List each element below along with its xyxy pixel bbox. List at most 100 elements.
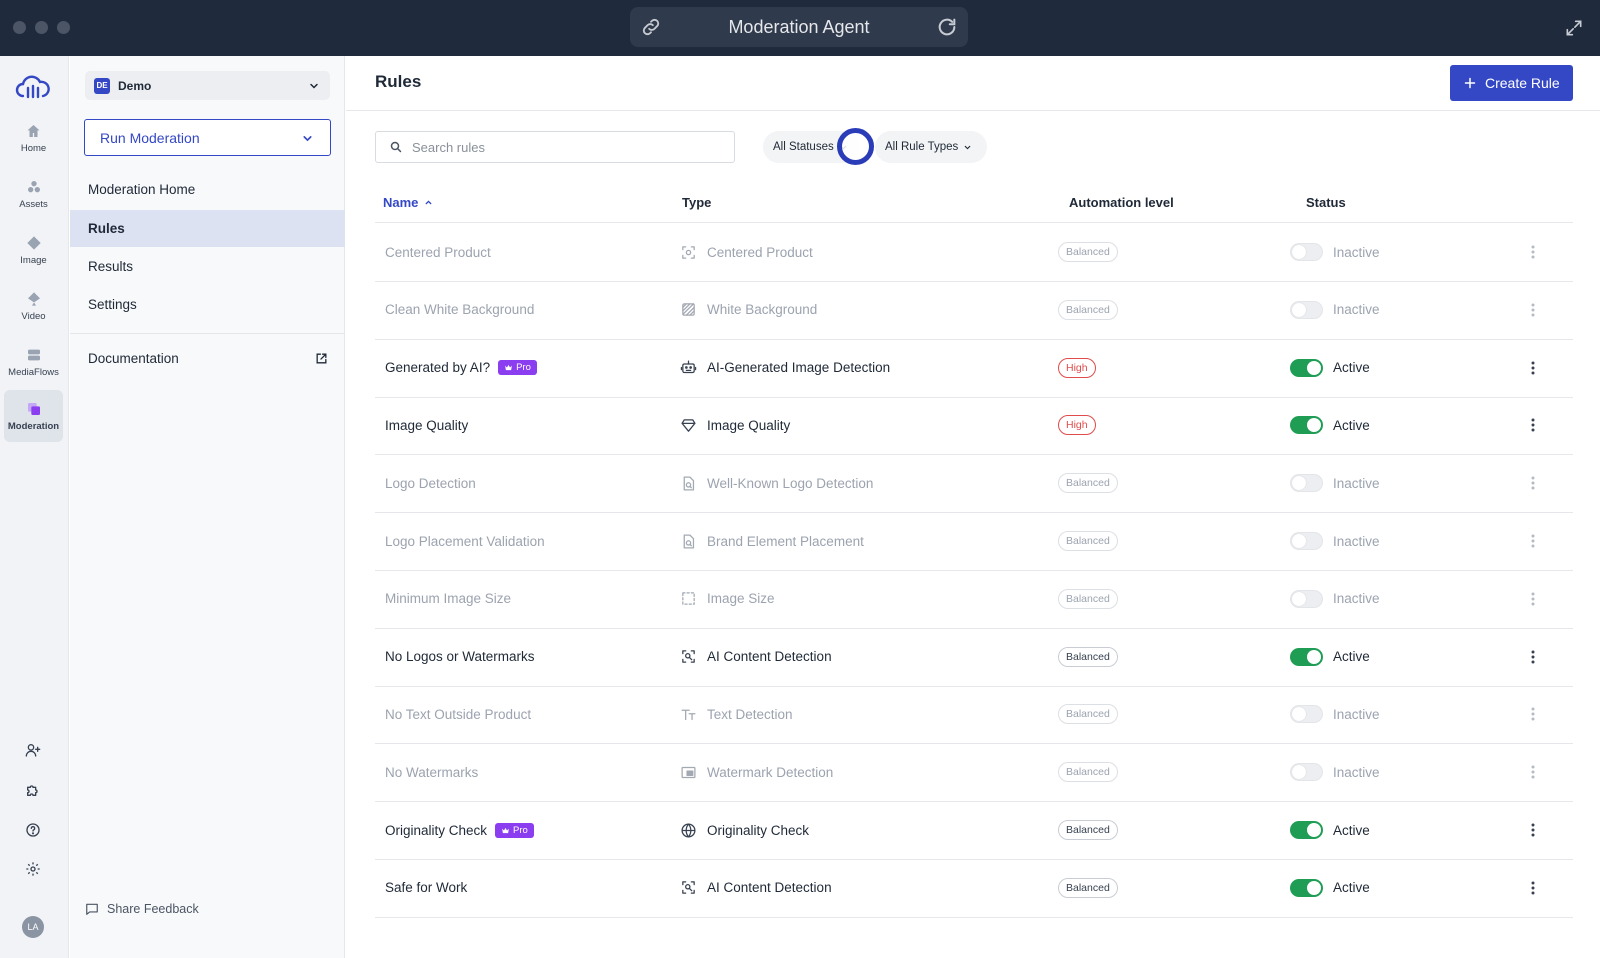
- help-button[interactable]: [22, 819, 44, 841]
- status-toggle[interactable]: [1290, 358, 1323, 377]
- workspace-selector[interactable]: DE Demo: [85, 71, 330, 100]
- rule-type-cell: Originality Check: [680, 801, 809, 859]
- close-window-button[interactable]: [13, 21, 26, 34]
- status-cell: Inactive: [1290, 454, 1380, 512]
- status-label: Active: [1333, 417, 1370, 433]
- status-toggle[interactable]: [1290, 532, 1323, 550]
- automation-cell: Balanced: [1058, 223, 1118, 281]
- table-row[interactable]: Logo Placement Validation Brand Element …: [375, 512, 1573, 571]
- automation-cell: Balanced: [1058, 281, 1118, 339]
- rail-item-image[interactable]: Image: [4, 224, 63, 276]
- table-row[interactable]: Image Quality Image Quality High Active: [375, 396, 1573, 456]
- rule-name-cell: Logo Placement Validation: [385, 512, 545, 570]
- status-toggle[interactable]: [1290, 589, 1323, 608]
- row-menu-button[interactable]: [1523, 570, 1543, 628]
- row-menu-button[interactable]: [1523, 396, 1543, 454]
- text-icon: [681, 709, 696, 720]
- column-header-name[interactable]: Name: [383, 195, 433, 210]
- table-row[interactable]: Generated by AI? Pro AI-Generated Image D…: [375, 339, 1573, 398]
- rail-item-assets[interactable]: Assets: [4, 168, 63, 220]
- automation-cell: Balanced: [1058, 801, 1118, 859]
- toggle-knob: [1292, 591, 1306, 606]
- search-placeholder: Search rules: [412, 139, 485, 155]
- rule-type: Image Size: [707, 591, 775, 607]
- table-row[interactable]: No Text Outside Product Text Detection B…: [375, 685, 1573, 745]
- status-toggle[interactable]: [1290, 300, 1323, 319]
- row-menu-button[interactable]: [1523, 223, 1543, 281]
- fullscreen-icon[interactable]: [1564, 18, 1584, 38]
- status-toggle[interactable]: [1290, 243, 1323, 261]
- watermark-icon: [681, 766, 696, 778]
- toggle-knob: [1307, 823, 1321, 837]
- create-rule-button[interactable]: Create Rule: [1450, 65, 1573, 101]
- settings-button[interactable]: [22, 858, 44, 880]
- rail-item-video[interactable]: Video: [4, 280, 63, 332]
- address-bar[interactable]: Moderation Agent: [630, 7, 968, 47]
- row-menu-button[interactable]: [1523, 685, 1543, 743]
- rail-label: Moderation: [7, 420, 60, 432]
- rail-label: Video: [21, 310, 46, 322]
- rule-type-cell: Image Size: [680, 570, 775, 628]
- rail-item-mediaflows[interactable]: MediaFlows: [4, 336, 63, 388]
- row-menu-button[interactable]: [1523, 339, 1543, 397]
- status-toggle[interactable]: [1290, 821, 1323, 839]
- rule-type-filter-dropdown[interactable]: All Rule Types: [875, 131, 987, 163]
- nav-item-moderation-home[interactable]: Moderation Home: [70, 171, 345, 208]
- table-row[interactable]: Centered Product Centered Product Balanc…: [375, 223, 1573, 282]
- status-toggle[interactable]: [1290, 416, 1323, 435]
- comment-icon: [86, 903, 98, 915]
- status-toggle[interactable]: [1290, 474, 1323, 493]
- status-toggle[interactable]: [1290, 705, 1323, 724]
- nav-item-documentation[interactable]: Documentation: [70, 340, 345, 377]
- reload-icon[interactable]: [936, 16, 958, 38]
- nav-item-rules[interactable]: Rules: [70, 210, 345, 247]
- row-menu-button[interactable]: [1523, 454, 1543, 512]
- rule-name: No Watermarks: [385, 764, 479, 780]
- zoom-window-button[interactable]: [57, 21, 70, 34]
- invite-user-button[interactable]: [22, 739, 44, 761]
- table-row[interactable]: Minimum Image Size Image Size Balanced I…: [375, 570, 1573, 629]
- table-row[interactable]: No Logos or Watermarks AI Content Detect…: [375, 628, 1573, 687]
- nav-item-settings[interactable]: Settings: [70, 286, 345, 323]
- background-icon: [682, 303, 695, 317]
- rule-name-cell: Generated by AI? Pro: [385, 339, 537, 397]
- share-feedback-button[interactable]: Share Feedback: [85, 902, 199, 916]
- table-row[interactable]: Safe for Work AI Content Detection Balan…: [375, 859, 1573, 918]
- more-vertical-icon: [1531, 592, 1535, 606]
- avatar[interactable]: LA: [22, 916, 44, 938]
- mediaflows-icon: [27, 349, 40, 360]
- column-header-automation: Automation level: [1069, 195, 1174, 210]
- table-row[interactable]: Logo Detection Well-Known Logo Detection…: [375, 454, 1573, 514]
- rule-name-cell: No Logos or Watermarks: [385, 628, 535, 686]
- table-row[interactable]: No Watermarks Watermark Detection Balanc…: [375, 743, 1573, 803]
- rail-item-moderation[interactable]: Moderation: [4, 390, 63, 442]
- rail-item-home[interactable]: Home: [4, 112, 63, 164]
- row-menu-button[interactable]: [1523, 743, 1543, 801]
- run-moderation-button[interactable]: Run Moderation: [84, 119, 331, 156]
- nav-item-results[interactable]: Results: [70, 248, 345, 285]
- extensions-button[interactable]: [22, 779, 44, 801]
- automation-badge: Balanced: [1058, 704, 1118, 725]
- cloudinary-logo-icon[interactable]: [15, 74, 51, 100]
- search-input[interactable]: Search rules: [375, 131, 735, 163]
- row-menu-button[interactable]: [1523, 281, 1543, 339]
- row-menu-button[interactable]: [1523, 628, 1543, 686]
- row-menu-button[interactable]: [1523, 801, 1543, 859]
- minimize-window-button[interactable]: [35, 21, 48, 34]
- more-vertical-icon: [1531, 303, 1535, 317]
- moderation-icon: [27, 402, 40, 415]
- row-menu-button[interactable]: [1523, 512, 1543, 570]
- table-row[interactable]: Originality Check Pro Originality Check B…: [375, 801, 1573, 860]
- link-icon[interactable]: [640, 16, 662, 38]
- rule-name-cell: No Watermarks: [385, 743, 478, 801]
- status-toggle[interactable]: [1290, 647, 1323, 666]
- rule-type: Centered Product: [707, 244, 813, 260]
- status-toggle[interactable]: [1290, 878, 1323, 897]
- table-row[interactable]: Clean White Background White Background …: [375, 281, 1573, 340]
- rule-name: Originality Check: [385, 822, 488, 838]
- column-name-label: Name: [383, 195, 419, 210]
- status-toggle[interactable]: [1290, 763, 1323, 782]
- status-cell: Inactive: [1290, 281, 1380, 339]
- row-menu-button[interactable]: [1523, 859, 1543, 917]
- status-label: Inactive: [1333, 764, 1380, 780]
